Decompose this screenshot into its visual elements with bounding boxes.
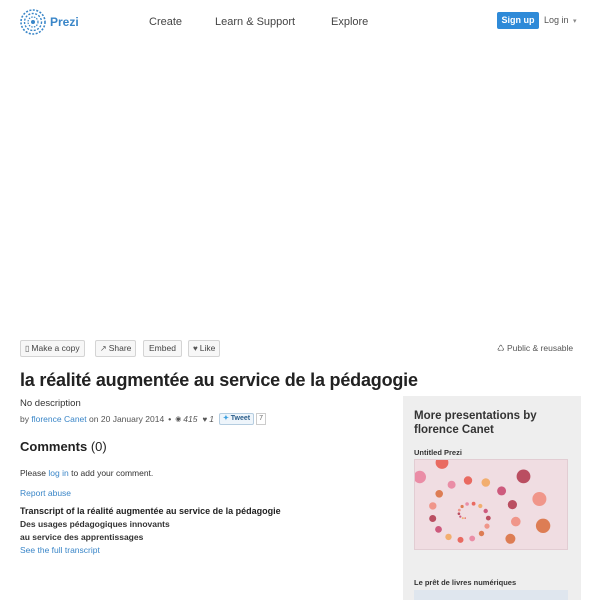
prezi-logo[interactable]: Prezi [20,9,79,35]
embed-button[interactable]: Embed [143,340,182,357]
spiral-dot [497,486,507,496]
spiral-dot [478,530,485,537]
spiral-dot [463,476,473,485]
by-label: by [20,414,29,424]
spiral-dot [511,516,521,527]
nav-explore[interactable]: Explore [331,16,368,28]
spiral-dot [429,515,437,522]
spiral-dot [483,508,488,514]
spiral-dot [485,515,491,521]
spiral-dot [505,533,516,544]
spiral-dot [435,490,443,498]
license-label: Public & reusable [507,343,574,353]
chevron-down-icon: ▾ [573,18,577,25]
tweet-widget[interactable]: ✦ Tweet 7 [218,413,267,425]
nav-learn-support[interactable]: Learn & Support [215,16,295,28]
like-label: Like [199,343,216,353]
separator-dot: • [168,414,172,424]
spiral-dot [413,470,426,484]
spiral-dot [478,503,483,509]
sidebar-heading: More presentations by florence Canet [414,409,537,437]
share-icon: ↗ [100,344,107,353]
spiral-dot [435,456,449,469]
share-button[interactable]: ↗ Share [95,340,137,357]
spiral-dot [481,478,491,487]
spiral-dot [484,523,490,529]
tweet-count: 7 [256,413,267,425]
copy-icon: ▯ [25,344,30,353]
nav-create[interactable]: Create [149,16,182,28]
byline: by florence Canet on 20 January 2014 • ◉… [20,413,267,425]
make-copy-button[interactable]: ▯ Make a copy [20,340,85,357]
heart-icon: ♥ [193,344,198,353]
spiral-dot [429,502,437,510]
spiral-dot [471,501,476,506]
presentation-description: No description [20,398,81,409]
spiral-dot [535,518,551,533]
share-label: Share [108,343,132,353]
view-count: 415 [183,414,198,424]
spiral-dot [461,517,464,520]
make-copy-label: Make a copy [31,343,80,353]
transcript-title: Transcript of la réalité augmentée au se… [20,506,281,516]
prezi-logo-icon [20,9,46,35]
spiral-dot [447,480,456,489]
presentation-thumbnail[interactable] [414,590,568,600]
spiral-dot [457,512,461,515]
please-text: Please [20,468,46,478]
comments-heading: Comments (0) [20,439,107,454]
login-prompt: Please log in to add your comment. [20,468,153,478]
login-prompt-suffix: to add your comment. [71,468,154,478]
comments-title: Comments [20,439,88,454]
spiral-dot [464,517,466,519]
twitter-bird-icon: ✦ [222,415,229,422]
tweet-button[interactable]: ✦ Tweet [218,413,255,425]
spiral-dot [516,469,531,484]
spiral-dot [507,500,517,510]
presentation-thumbnail[interactable] [413,456,568,550]
sidebar-heading-line: More presentations by [414,410,537,422]
spiral-dot [445,533,452,541]
date-prefix: on [89,414,99,424]
transcript-line: Des usages pédagogiques innovants [20,519,170,529]
spiral-thumbnail-graphic [413,456,551,544]
signup-button[interactable]: Sign up [497,12,539,29]
spiral-dot [457,508,461,512]
spiral-dot [465,502,469,506]
top-navigation: Prezi Create Learn & Support Explore Sig… [0,0,600,44]
transcript-section: Transcript of la réalité augmentée au se… [20,506,380,555]
sidebar-heading-author: florence Canet [414,424,494,436]
spiral-dot [469,535,476,542]
full-transcript-link[interactable]: See the full transcript [20,545,380,555]
transcript-line: au service des apprentissages [20,532,144,542]
login-label: Log in [544,15,569,25]
heart-count-icon: ♥ [202,414,208,424]
eye-icon: ◉ [175,416,182,423]
spiral-dot [457,536,464,543]
like-count: 1 [209,414,214,424]
sidebar-item-title[interactable]: Le prêt de livres numériques [414,578,516,587]
login-menu[interactable]: Log in ▾ [544,15,577,25]
brand-name: Prezi [50,15,79,29]
spiral-dot [459,515,462,518]
spiral-dot [532,492,547,506]
spiral-dot [435,526,442,533]
sidebar-item-title[interactable]: Untitled Prezi [414,448,462,457]
comments-count: (0) [90,439,107,454]
login-link[interactable]: log in [48,468,68,478]
like-button[interactable]: ♥ Like [188,340,221,357]
page-title: la réalité augmentée au service de la pé… [20,370,418,390]
tweet-label: Tweet [230,415,251,422]
author-link[interactable]: florence Canet [31,414,86,424]
more-presentations-sidebar: More presentations by florence Canet Unt… [403,396,581,600]
report-abuse-link[interactable]: Report abuse [20,488,71,498]
spiral-dot [460,504,464,509]
date: 20 January 2014 [100,414,165,424]
license-badge: ♺ Public & reusable [497,343,573,354]
recycle-icon: ♺ [497,343,505,353]
